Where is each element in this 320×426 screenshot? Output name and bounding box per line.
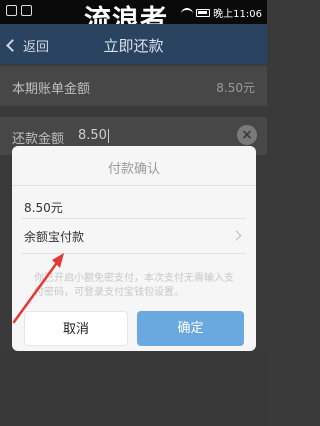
text-caret — [107, 128, 109, 143]
notification-icons — [6, 5, 32, 16]
bill-amount-label: 本期账单金额 — [12, 82, 91, 97]
page-bottom — [0, 352, 267, 426]
wifi-icon — [181, 8, 194, 17]
free-password-note: 你已开启小额免密支付，本次支付无需输入支付密码，可登录支付宝钱包设置。 — [34, 273, 234, 298]
payment-amount: 8.50元 — [24, 201, 63, 215]
status-bar: 晚上11:06 流浪者 — [0, 0, 267, 36]
chevron-right-icon — [231, 230, 242, 241]
divider — [22, 253, 246, 254]
divider — [12, 185, 256, 186]
notification-icon — [21, 5, 32, 16]
battery-icon — [196, 8, 211, 17]
clear-icon[interactable]: × — [237, 125, 257, 145]
clock: 晚上11:06 — [213, 9, 262, 20]
status-right: 晚上11:06 — [181, 5, 262, 20]
repay-amount-input[interactable]: 8.50 — [78, 128, 109, 143]
divider — [22, 218, 246, 219]
bill-amount-value: 8.50元 — [216, 81, 255, 95]
payment-confirm-dialog: 付款确认 8.50元 余额宝付款 你已开启小额免密支付，本次支付无需输入支付密码… — [12, 146, 256, 351]
action-bar: 返回 立即还款 — [0, 24, 267, 64]
bill-amount-row: 本期账单金额 8.50元 — [0, 66, 267, 106]
cancel-button[interactable]: 取消 — [24, 311, 128, 346]
repay-amount-label: 还款金额 — [12, 132, 65, 147]
confirm-button[interactable]: 确定 — [137, 311, 244, 346]
payment-method[interactable]: 余额宝付款 — [24, 228, 84, 245]
notification-icon — [6, 5, 17, 16]
dialog-title: 付款确认 — [107, 162, 160, 177]
page-title: 立即还款 — [103, 37, 164, 55]
repay-amount-value: 8.50 — [78, 128, 107, 143]
